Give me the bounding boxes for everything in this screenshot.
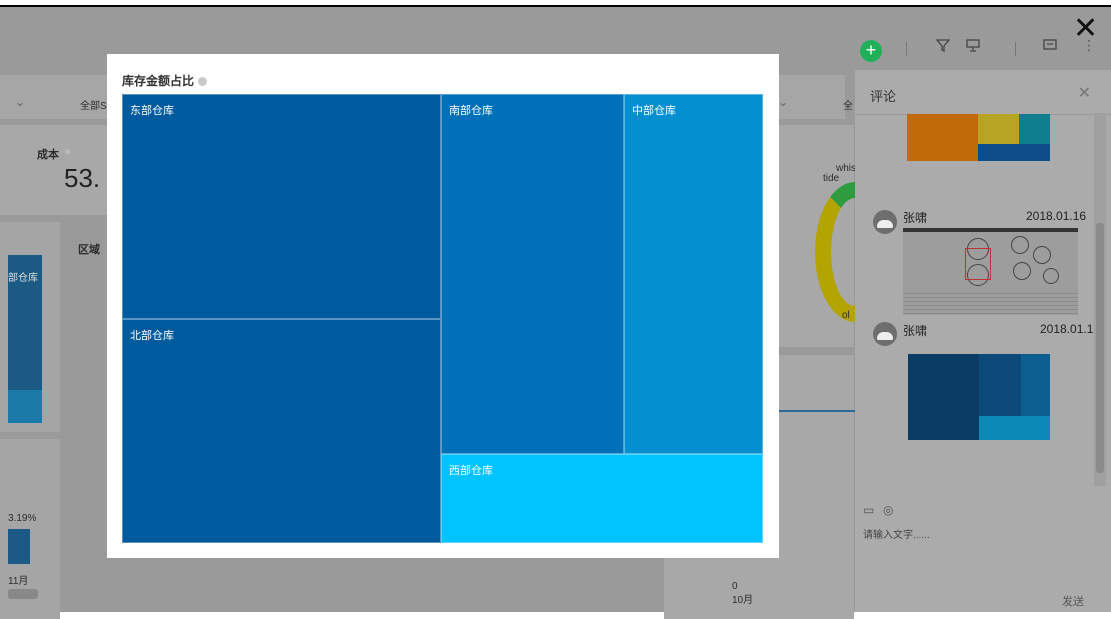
send-button[interactable]: 发送: [1062, 593, 1084, 609]
info-icon[interactable]: [198, 77, 208, 86]
comment-scrollbar[interactable]: [1094, 113, 1106, 486]
bg-filter-chevron: ⌄: [15, 95, 26, 109]
thumb3-dark-block: [908, 354, 979, 440]
presentation-icon[interactable]: [966, 38, 980, 57]
bg-scroll-handle: [8, 589, 38, 599]
comment-panel: 评论 ✕ 张啸 2018.01.16 张啸 2018.01.16 ▭ ◎ 请输入…: [855, 70, 1111, 612]
comment-panel-header: 评论 ✕: [855, 70, 1111, 115]
thumb2-table: [903, 290, 1078, 315]
bg-month-label: 11月: [8, 576, 29, 587]
treemap-cell-east[interactable]: 东部仓库: [122, 94, 441, 319]
thumb1-teal: [1019, 114, 1050, 144]
thumb2-topbar: [903, 228, 1078, 232]
treemap-cell-label: 东部仓库: [130, 105, 174, 117]
filter-icon[interactable]: [935, 38, 951, 57]
thumb2-highlight: [965, 248, 991, 280]
treemap-cell-label: 北部仓库: [130, 330, 174, 342]
treemap-modal: 库存金额占比 东部仓库 北部仓库 南部仓库 中部仓库 西部仓库: [107, 54, 779, 558]
plus-icon: +: [865, 40, 877, 60]
bg-cost-value: 53.: [64, 163, 101, 193]
treemap-cell-label: 南部仓库: [449, 105, 493, 117]
thumb2-node-c: [1011, 236, 1029, 254]
comment-scroll-thumb[interactable]: [1096, 223, 1104, 473]
bg-month-label-2: 10月: [732, 595, 754, 606]
comment-input[interactable]: 请输入文字......: [863, 526, 930, 541]
bg-filter-chevron-2: ⌄: [778, 95, 789, 109]
treemap-cell-north[interactable]: 北部仓库: [122, 319, 441, 543]
bg-warehouse-fragment: 部仓库: [8, 273, 38, 284]
thumb1-yellow: [978, 114, 1019, 144]
comment-date: 2018.01.16: [1026, 209, 1087, 223]
thumb3-right-block: [1021, 354, 1050, 416]
bg-left-bar-light: [8, 390, 42, 423]
comment-thumbnail-1[interactable]: [907, 114, 1050, 161]
thumb3-bottom-block: [979, 416, 1050, 440]
modal-title-text: 库存金额占比: [122, 74, 195, 88]
camera-icon[interactable]: ◎: [883, 503, 893, 517]
bg-line-series: [779, 410, 855, 412]
close-icon[interactable]: ✕: [1073, 14, 1098, 44]
treemap-cell-central[interactable]: 中部仓库: [624, 94, 763, 454]
toolbar-separator: [906, 42, 907, 56]
treemap-cell-label: 西部仓库: [449, 465, 493, 477]
bg-donut-label-3: ol: [842, 310, 850, 321]
comment-panel-close-icon[interactable]: ✕: [1078, 83, 1091, 103]
treemap-cell-west[interactable]: 西部仓库: [441, 454, 763, 543]
thumb1-orange: [907, 114, 978, 161]
thumb2-node-e: [1013, 262, 1031, 280]
comment-thumbnail-3[interactable]: [908, 342, 1050, 440]
avatar: [873, 322, 897, 346]
bg-filter-label-2: 全: [843, 101, 853, 112]
bg-small-bar: [8, 529, 30, 564]
thumb1-blue: [978, 144, 1050, 161]
bg-cost-label: 成本: [37, 149, 59, 161]
comment-icon[interactable]: [1043, 38, 1057, 57]
comment-user: 张啸: [903, 324, 928, 338]
bg-percent-fragment: 3.19%: [8, 513, 37, 524]
thumb2-node-d: [1033, 246, 1051, 264]
image-upload-icon[interactable]: ▭: [863, 503, 874, 517]
comment-thumbnail-2[interactable]: [903, 228, 1078, 315]
treemap-chart: 东部仓库 北部仓库 南部仓库 中部仓库 西部仓库: [122, 94, 763, 543]
treemap-cell-label: 中部仓库: [632, 105, 676, 117]
bg-region-label: 区域: [78, 244, 100, 256]
bg-cost-info: ●: [64, 144, 72, 158]
treemap-cell-south[interactable]: 南部仓库: [441, 94, 624, 454]
thumb2-node-f: [1043, 268, 1059, 284]
bg-donut-label-2: tide: [823, 173, 840, 184]
avatar: [873, 210, 897, 234]
modal-title: 库存金额占比: [122, 72, 208, 89]
comment-date: 2018.01.16: [1040, 322, 1101, 336]
thumb3-mid-block: [979, 354, 1021, 416]
bg-filter-label: 全部S: [80, 101, 107, 112]
add-button[interactable]: +: [860, 40, 882, 62]
comment-panel-title: 评论: [870, 89, 897, 104]
comment-user: 张啸: [903, 211, 928, 225]
toolbar-separator-2: [1015, 42, 1016, 56]
